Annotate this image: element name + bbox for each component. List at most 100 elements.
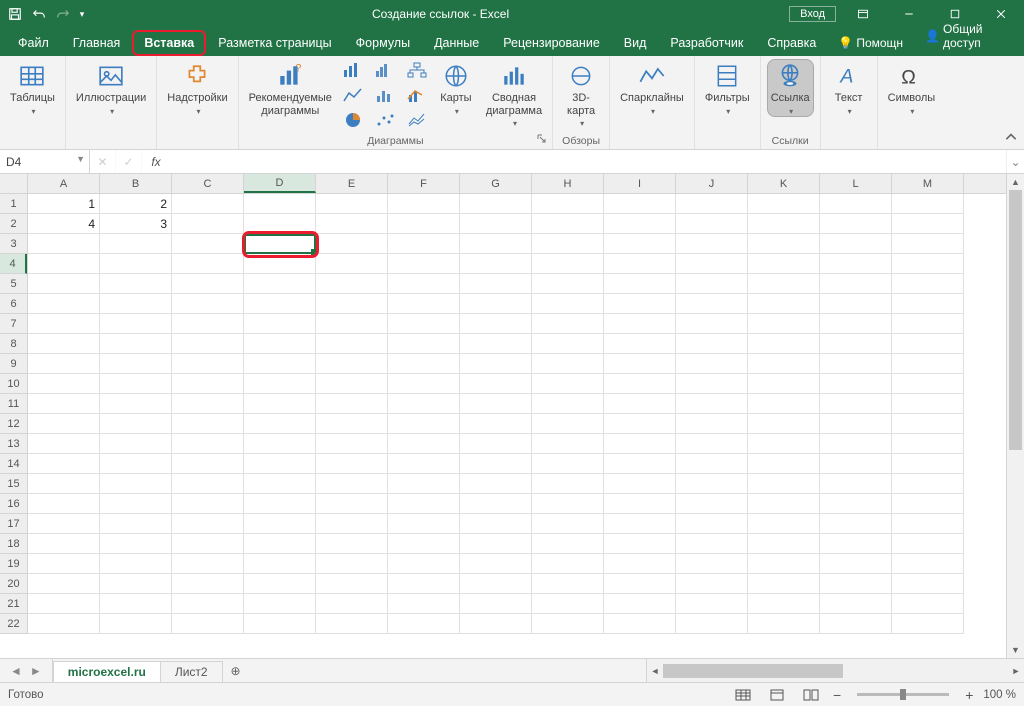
cell[interactable]	[244, 314, 316, 334]
cell[interactable]	[100, 554, 172, 574]
column-header[interactable]: L	[820, 174, 892, 193]
cell[interactable]	[172, 494, 244, 514]
column-header[interactable]: C	[172, 174, 244, 193]
cell[interactable]	[316, 314, 388, 334]
cell[interactable]	[28, 314, 100, 334]
cell[interactable]	[28, 234, 100, 254]
zoom-slider[interactable]	[857, 693, 949, 696]
cell[interactable]	[604, 254, 676, 274]
zoom-out-icon[interactable]: −	[833, 687, 841, 703]
cell[interactable]	[748, 614, 820, 634]
cell[interactable]	[172, 514, 244, 534]
cell[interactable]	[388, 314, 460, 334]
cell[interactable]	[820, 234, 892, 254]
addins-button[interactable]: Надстройки▾	[163, 59, 231, 116]
cell[interactable]	[748, 414, 820, 434]
cell[interactable]	[100, 414, 172, 434]
row-header[interactable]: 20	[0, 574, 27, 594]
row-header[interactable]: 7	[0, 314, 27, 334]
cell[interactable]	[316, 454, 388, 474]
cell[interactable]	[244, 334, 316, 354]
cell[interactable]	[820, 434, 892, 454]
cell[interactable]	[748, 194, 820, 214]
cell[interactable]	[460, 494, 532, 514]
cell[interactable]	[100, 614, 172, 634]
cell[interactable]	[28, 394, 100, 414]
cell[interactable]	[532, 574, 604, 594]
column-header[interactable]: B	[100, 174, 172, 193]
cell[interactable]	[388, 234, 460, 254]
cell[interactable]	[244, 274, 316, 294]
tab-formulas[interactable]: Формулы	[344, 30, 422, 56]
cell[interactable]	[820, 574, 892, 594]
cell[interactable]	[748, 234, 820, 254]
column-header[interactable]: E	[316, 174, 388, 193]
row-header[interactable]: 10	[0, 374, 27, 394]
cell[interactable]	[676, 594, 748, 614]
cell[interactable]	[892, 434, 964, 454]
cell[interactable]	[388, 614, 460, 634]
cell[interactable]	[316, 254, 388, 274]
tab-view[interactable]: Вид	[612, 30, 659, 56]
cell[interactable]	[604, 574, 676, 594]
cell[interactable]	[244, 534, 316, 554]
tab-help[interactable]: Справка	[755, 30, 828, 56]
cell[interactable]	[892, 454, 964, 474]
cell[interactable]	[532, 334, 604, 354]
text-button[interactable]: A Текст▾	[827, 59, 871, 116]
cell[interactable]	[316, 494, 388, 514]
cell[interactable]	[244, 434, 316, 454]
cell[interactable]	[460, 314, 532, 334]
cell[interactable]	[244, 374, 316, 394]
cell[interactable]: 4	[28, 214, 100, 234]
cell[interactable]	[172, 354, 244, 374]
cell[interactable]	[172, 574, 244, 594]
name-box[interactable]: D4 ▼	[0, 150, 90, 173]
cell[interactable]	[892, 274, 964, 294]
cell[interactable]	[820, 394, 892, 414]
cell[interactable]: 1	[28, 194, 100, 214]
signin-button[interactable]: Вход	[789, 6, 836, 22]
cell[interactable]	[820, 214, 892, 234]
illustrations-button[interactable]: Иллюстрации▾	[72, 59, 150, 116]
cell[interactable]	[28, 614, 100, 634]
row-header[interactable]: 14	[0, 454, 27, 474]
cell[interactable]	[532, 294, 604, 314]
cell[interactable]	[892, 594, 964, 614]
bar-chart-icon[interactable]	[340, 59, 366, 81]
cell[interactable]	[604, 514, 676, 534]
cell[interactable]	[388, 334, 460, 354]
cell[interactable]	[748, 554, 820, 574]
cell[interactable]	[388, 514, 460, 534]
cell[interactable]	[820, 194, 892, 214]
cell[interactable]	[748, 494, 820, 514]
cell[interactable]	[244, 474, 316, 494]
cell[interactable]	[28, 534, 100, 554]
tab-review[interactable]: Рецензирование	[491, 30, 612, 56]
zoom-level[interactable]: 100 %	[983, 689, 1016, 701]
cell[interactable]	[388, 554, 460, 574]
cell[interactable]	[172, 454, 244, 474]
cell[interactable]	[820, 614, 892, 634]
cell[interactable]	[100, 534, 172, 554]
cell[interactable]	[316, 374, 388, 394]
dialog-launcher-icon[interactable]	[536, 133, 548, 145]
cell[interactable]	[460, 254, 532, 274]
line-chart-icon[interactable]	[340, 84, 366, 106]
cell[interactable]	[28, 574, 100, 594]
cell[interactable]	[460, 534, 532, 554]
filters-button[interactable]: Фильтры▾	[701, 59, 754, 116]
tab-insert[interactable]: Вставка	[132, 30, 206, 56]
cell[interactable]	[388, 394, 460, 414]
pie-chart-icon[interactable]	[340, 109, 366, 131]
sheet-tab-active[interactable]: microexcel.ru	[53, 661, 161, 682]
pivot-chart-button[interactable]: Сводная диаграмма▾	[482, 59, 546, 128]
cell[interactable]	[316, 414, 388, 434]
cell[interactable]: 3	[100, 214, 172, 234]
cell[interactable]	[676, 214, 748, 234]
cell[interactable]	[604, 234, 676, 254]
cell[interactable]	[388, 474, 460, 494]
cell[interactable]	[100, 294, 172, 314]
cell[interactable]	[316, 394, 388, 414]
cell[interactable]	[892, 394, 964, 414]
